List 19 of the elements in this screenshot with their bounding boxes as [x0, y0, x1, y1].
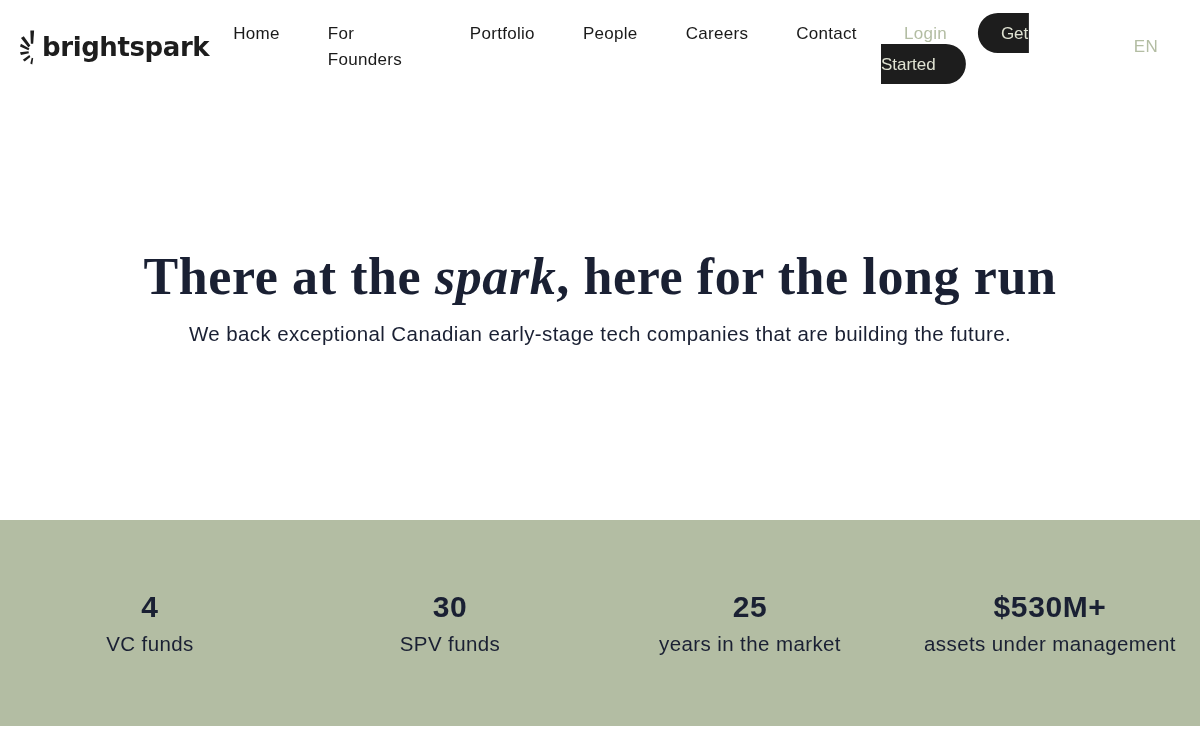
stat-value: $530M+: [993, 589, 1107, 623]
hero-subtitle: We back exceptional Canadian early-stage tech companies that are building the future.: [188, 321, 1012, 348]
spark-logo-icon: [20, 29, 36, 65]
nav-link[interactable]: Careers: [685, 21, 749, 47]
nav-link[interactable]: Contact: [796, 21, 857, 47]
stat-value: 4: [141, 589, 159, 623]
nav-link[interactable]: For Founders: [327, 21, 422, 73]
stat-value: 25: [732, 589, 768, 623]
stat-label: SPV funds: [399, 631, 501, 657]
brightspark-logo[interactable]: brightspark: [20, 29, 210, 65]
stat-label: assets under management: [924, 631, 1176, 657]
hero-title: There at the spark, here for the long run: [143, 248, 1057, 306]
nav-link[interactable]: People: [582, 21, 638, 47]
nav-link[interactable]: Portfolio: [469, 21, 535, 47]
stat-label: VC funds: [106, 631, 194, 657]
stat-value: 30: [432, 589, 468, 623]
nav-link[interactable]: Home: [233, 21, 280, 47]
stat-label: years in the market: [659, 631, 841, 657]
logo-wordmark: brightspark: [42, 34, 210, 60]
